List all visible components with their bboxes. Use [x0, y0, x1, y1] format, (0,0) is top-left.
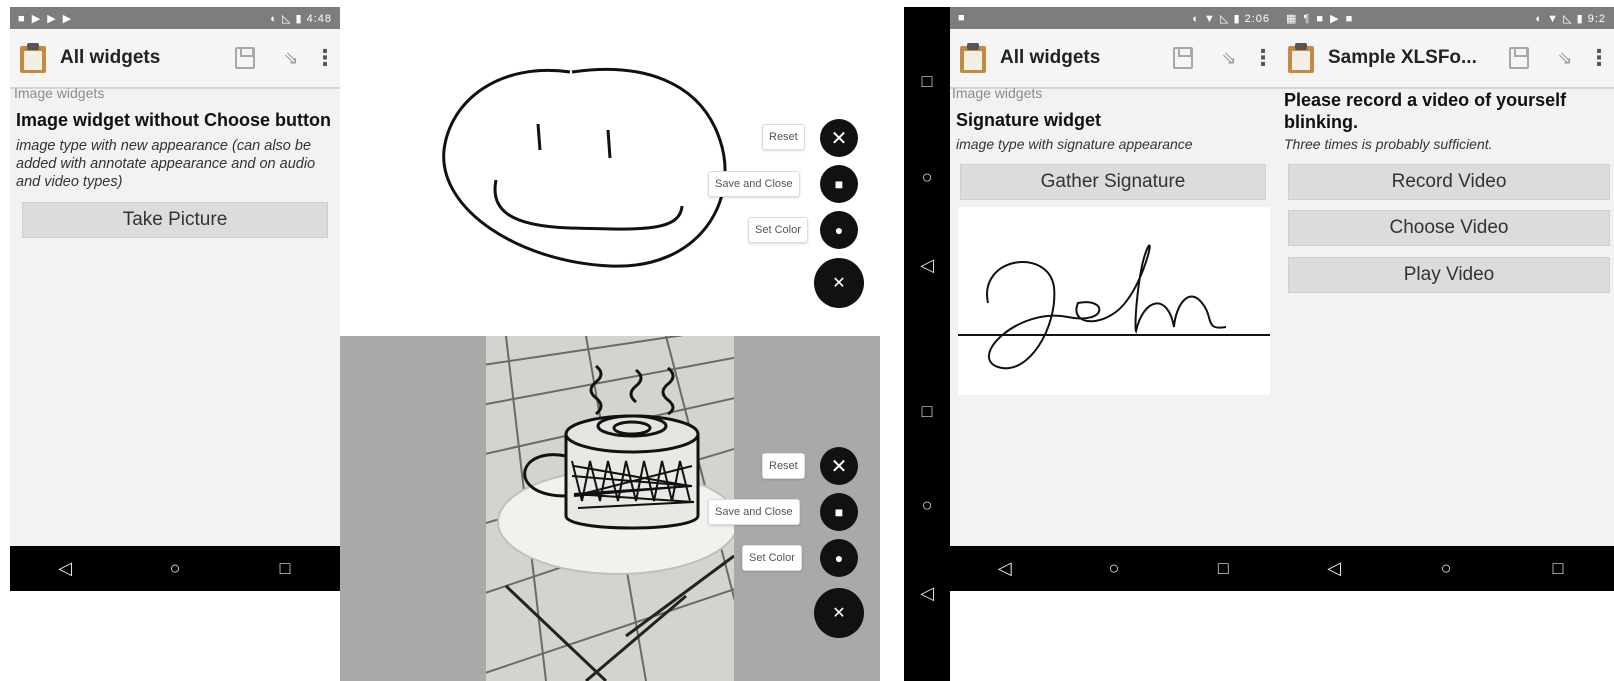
close-fab[interactable]: ✕ [814, 258, 864, 308]
screen-signature-widget: ■ ◐ ▼ ◺ ▮ 2:06 All widgets ⇘ ⋮ Image wid… [950, 7, 1278, 591]
reset-fab[interactable]: ✕ [820, 119, 858, 157]
hierarchy-icon[interactable]: ⇘ [278, 45, 304, 71]
clipboard-icon [1288, 43, 1314, 73]
save-and-close-label[interactable]: Save and Close [708, 171, 800, 197]
status-time: 9:2 [1587, 12, 1606, 25]
close-icon: ✕ [832, 275, 846, 292]
close-icon: ✕ [830, 127, 848, 150]
reset-fab[interactable]: ✕ [820, 447, 858, 485]
home-icon[interactable]: ○ [145, 558, 205, 579]
reset-label[interactable]: Reset [762, 124, 805, 150]
gather-signature-button[interactable]: Gather Signature [960, 164, 1266, 200]
status-right: ◐ ▼ ◺ ▮ 2:06 [1192, 12, 1270, 25]
status-bar: ▦ ¶ ■ ▶ ■ ◐ ▼ ◺ ▮ 9:2 [1278, 7, 1614, 29]
home-icon[interactable]: ○ [904, 495, 950, 516]
overflow-menu-icon[interactable]: ⋮ [314, 45, 336, 71]
draw-canvas-smiley[interactable]: Reset ✕ Save and Close ■ Set Color ● ✕ [340, 0, 880, 336]
app-toolbar: All widgets ⇘ ⋮ [10, 29, 340, 89]
status-bar: ■ ◐ ▼ ◺ ▮ 2:06 [950, 7, 1278, 29]
screen-image-widget: ■ ▶ ▶ ▶ ◐ ◺ ▮ 4:48 All widgets ⇘ ⋮ Image… [10, 7, 340, 591]
save-and-close-label[interactable]: Save and Close [708, 499, 800, 525]
question-hint: Three times is probably sufficient. [1284, 136, 1493, 152]
palette-icon: ● [834, 222, 844, 238]
back-icon[interactable]: ◁ [904, 255, 950, 276]
toolbar-title: All widgets [60, 47, 161, 68]
photo-background [486, 336, 734, 681]
toolbar-title: All widgets [1000, 47, 1101, 68]
record-video-button[interactable]: Record Video [1288, 164, 1610, 200]
nav-bar: ◁ ○ □ [1278, 546, 1614, 591]
set-color-label[interactable]: Set Color [748, 217, 808, 243]
set-color-fab[interactable]: ● [820, 211, 858, 249]
save-icon[interactable] [1170, 45, 1196, 71]
save-icon: ■ [834, 504, 844, 520]
overflow-menu-icon[interactable]: ⋮ [1252, 45, 1274, 71]
home-icon[interactable]: ○ [1416, 558, 1476, 579]
question-hint: image type with new appearance (can also… [16, 138, 316, 190]
signature-drawing [958, 244, 1270, 370]
close-icon: ✕ [830, 455, 848, 478]
save-and-close-fab[interactable]: ■ [820, 165, 858, 203]
status-right: ◐ ◺ ▮ 4:48 [270, 12, 332, 25]
home-icon[interactable]: ○ [904, 167, 950, 188]
save-and-close-fab[interactable]: ■ [820, 493, 858, 531]
app-toolbar: Sample XLSFo... ⇘ ⋮ [1278, 29, 1614, 89]
take-picture-button[interactable]: Take Picture [22, 202, 328, 238]
smiley-drawing [442, 67, 727, 268]
clipboard-icon [20, 43, 46, 73]
notification-icons: ■ [958, 12, 967, 24]
clipboard-icon [960, 43, 986, 73]
question-title: Signature widget [956, 110, 1102, 130]
reset-label[interactable]: Reset [762, 453, 805, 479]
nav-bar: ◁ ○ □ [10, 546, 340, 591]
coffee-photo [486, 336, 734, 681]
question-hint: image type with signature appearance [956, 136, 1193, 152]
recents-icon[interactable]: □ [255, 558, 315, 579]
hierarchy-icon[interactable]: ⇘ [1552, 45, 1578, 71]
status-time: 2:06 [1244, 12, 1270, 25]
nav-bar: ◁ ○ □ [950, 546, 1278, 591]
status-right: ◐ ▼ ◺ ▮ 9:2 [1535, 12, 1606, 25]
signature-image [958, 207, 1270, 395]
question-title: Please record a video of yourself blinki… [1284, 90, 1567, 132]
palette-icon: ● [834, 550, 844, 566]
play-video-button[interactable]: Play Video [1288, 257, 1610, 293]
close-icon: ✕ [832, 605, 846, 622]
toolbar-title: Sample XLSFo... [1328, 47, 1477, 68]
choose-video-button[interactable]: Choose Video [1288, 210, 1610, 246]
save-icon[interactable] [232, 45, 258, 71]
draw-canvas-photo[interactable]: Reset ✕ Save and Close ■ Set Color ● ✕ [340, 336, 880, 681]
notification-icons: ■ ▶ ▶ ▶ [18, 12, 74, 25]
recents-icon[interactable]: □ [904, 401, 950, 422]
group-label: Image widgets [952, 85, 1043, 101]
screen-video-widget: ▦ ¶ ■ ▶ ■ ◐ ▼ ◺ ▮ 9:2 Sample XLSFo... ⇘ … [1278, 7, 1614, 591]
back-icon[interactable]: ◁ [904, 583, 950, 604]
set-color-label[interactable]: Set Color [742, 545, 802, 571]
question-title: Image widget without Choose button [16, 110, 331, 130]
overflow-menu-icon[interactable]: ⋮ [1588, 45, 1610, 71]
save-icon[interactable] [1506, 45, 1532, 71]
home-icon[interactable]: ○ [1084, 558, 1144, 579]
landscape-nav-bar: □ ○ ◁ □ ○ ◁ [904, 7, 950, 681]
recents-icon[interactable]: □ [1193, 558, 1253, 579]
group-label: Image widgets [14, 85, 105, 101]
save-icon: ■ [834, 176, 844, 192]
app-toolbar: All widgets ⇘ ⋮ [950, 29, 1278, 89]
status-time: 4:48 [306, 12, 332, 25]
hierarchy-icon[interactable]: ⇘ [1216, 45, 1242, 71]
recents-icon[interactable]: □ [1528, 558, 1588, 579]
back-icon[interactable]: ◁ [1304, 558, 1364, 579]
recents-icon[interactable]: □ [904, 71, 950, 92]
close-fab[interactable]: ✕ [814, 588, 864, 638]
status-bar: ■ ▶ ▶ ▶ ◐ ◺ ▮ 4:48 [10, 7, 340, 29]
notification-icons: ▦ ¶ ■ ▶ ■ [1286, 12, 1355, 25]
set-color-fab[interactable]: ● [820, 539, 858, 577]
back-icon[interactable]: ◁ [975, 558, 1035, 579]
back-icon[interactable]: ◁ [35, 558, 95, 579]
